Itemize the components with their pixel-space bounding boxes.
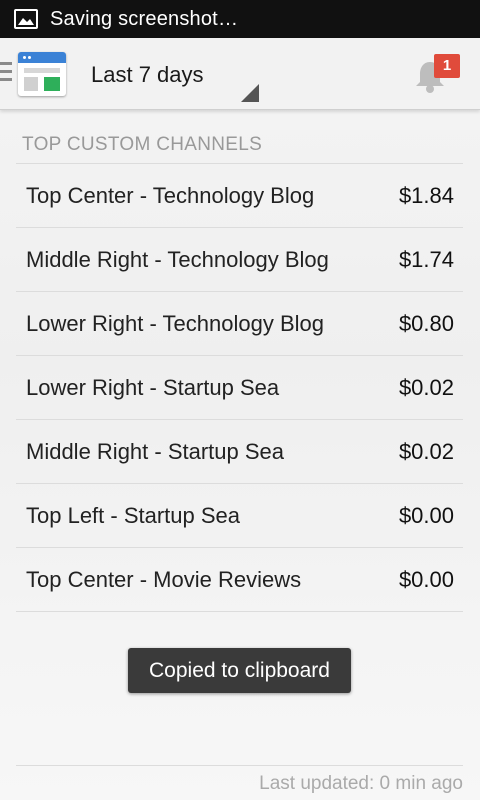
- section-title: TOP CUSTOM CHANNELS: [22, 134, 263, 155]
- date-range-label: Last 7 days: [91, 62, 204, 87]
- status-bar: Saving screenshot…: [0, 0, 480, 38]
- channel-row[interactable]: Lower Right - Technology Blog $0.80: [16, 292, 463, 356]
- action-bar: Last 7 days: [0, 38, 480, 110]
- channel-row[interactable]: Top Left - Startup Sea $0.00: [16, 484, 463, 548]
- footer-divider: [16, 765, 463, 766]
- channel-name: Lower Right - Technology Blog: [26, 310, 324, 336]
- channel-name: Middle Right - Startup Sea: [26, 438, 285, 464]
- channel-earnings: $0.02: [398, 374, 454, 400]
- channel-name: Top Center - Technology Blog: [26, 182, 315, 208]
- channel-earnings: $0.00: [398, 502, 454, 528]
- dropdown-corner-icon: [241, 84, 259, 102]
- status-text: Saving screenshot…: [50, 7, 239, 30]
- channel-row[interactable]: Top Center - Technology Blog $1.84: [16, 164, 463, 228]
- channel-row[interactable]: Lower Right - Startup Sea $0.02: [16, 356, 463, 420]
- notification-badge[interactable]: 1: [434, 54, 460, 78]
- app-icon[interactable]: [18, 52, 66, 96]
- channel-name: Middle Right - Technology Blog: [26, 246, 329, 272]
- image-icon: [14, 9, 38, 29]
- channel-earnings: $1.74: [398, 246, 454, 272]
- channel-earnings: $1.84: [398, 182, 454, 208]
- channel-name: Lower Right - Startup Sea: [26, 374, 280, 400]
- channel-name: Top Left - Startup Sea: [26, 502, 241, 528]
- channel-row[interactable]: Middle Right - Technology Blog $1.74: [16, 228, 463, 292]
- toast-message: Copied to clipboard: [128, 648, 351, 693]
- channel-earnings: $0.80: [398, 310, 454, 336]
- date-range-dropdown[interactable]: Last 7 days: [80, 46, 262, 104]
- channel-earnings: $0.02: [398, 438, 454, 464]
- channel-row[interactable]: Middle Right - Startup Sea $0.02: [16, 420, 463, 484]
- channel-row[interactable]: Top Center - Movie Reviews $0.00: [16, 548, 463, 612]
- last-updated-text: Last updated: 0 min ago: [259, 773, 463, 794]
- channel-name: Top Center - Movie Reviews: [26, 566, 302, 592]
- channel-list: Top Center - Technology Blog $1.84 Middl…: [16, 164, 463, 612]
- drawer-indicator-icon[interactable]: [0, 62, 12, 86]
- channel-earnings: $0.00: [398, 566, 454, 592]
